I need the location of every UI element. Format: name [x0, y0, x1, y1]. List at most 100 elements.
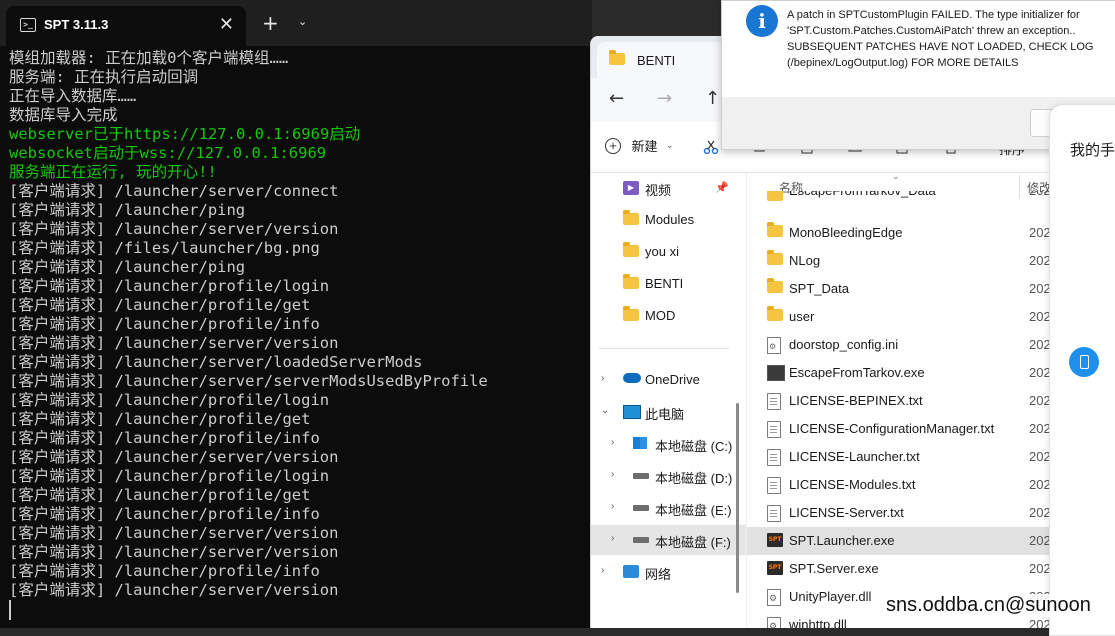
- navigation-pane: ▶ 视频 📌 Modules you xi BENTI MOD › OneDrive ⌄ 此电脑 › 本…: [591, 173, 746, 628]
- drive-icon: [633, 473, 649, 479]
- terminal-line: [客户端请求] /launcher/profile/login: [9, 277, 330, 295]
- file-date: 202: [1029, 561, 1051, 576]
- nav-item[interactable]: › OneDrive: [591, 365, 746, 395]
- cut-icon[interactable]: [703, 140, 719, 154]
- nav-item[interactable]: you xi: [591, 237, 746, 267]
- terminal-line: [客户端请求] /launcher/server/connect: [9, 182, 339, 200]
- chevron-right-icon[interactable]: ›: [601, 373, 604, 384]
- spt-exe-icon: SPT: [767, 561, 783, 575]
- chevron-right-icon[interactable]: ›: [611, 469, 614, 480]
- file-name: EscapeFromTarkov_Data: [789, 191, 936, 198]
- terminal-line: 服务端正在运行, 玩的开心!!: [9, 163, 217, 181]
- file-name: LICENSE-Server.txt: [789, 505, 904, 520]
- phone-icon[interactable]: [1069, 347, 1099, 377]
- nav-item[interactable]: Modules: [591, 205, 746, 235]
- nav-item[interactable]: › 本地磁盘 (C:): [591, 429, 746, 459]
- terminal-tab[interactable]: >_ SPT 3.11.3 ✕: [6, 6, 246, 46]
- folder-icon: [767, 306, 783, 321]
- nav-item[interactable]: › 本地磁盘 (E:): [591, 493, 746, 523]
- file-name: winhttp.dll: [789, 617, 847, 628]
- terminal-line: 服务端: 正在执行启动回调: [9, 68, 199, 86]
- folder-icon: [767, 278, 783, 293]
- dialog-message-line: (/bepinex/LogOutput.log) FOR MORE DETAIL…: [787, 57, 1019, 69]
- file-date: 202: [1029, 617, 1051, 628]
- terminal-line: [客户端请求] /launcher/server/version: [9, 448, 339, 466]
- nav-item[interactable]: › 网络: [591, 557, 746, 587]
- terminal-line: [客户端请求] /launcher/profile/info: [9, 505, 320, 523]
- file-date: 202: [1029, 281, 1051, 296]
- folder-icon: [623, 242, 639, 257]
- terminal-output: 模组加载器: 正在加载0个客户端模组…… 服务端: 正在执行启动回调 正在导入数据库…: [9, 49, 488, 600]
- file-date: 202: [1029, 477, 1051, 492]
- folder-icon: [609, 50, 625, 65]
- new-button-label: 新建: [631, 139, 658, 154]
- nav-item-label: Modules: [645, 212, 695, 227]
- pin-icon: 📌: [715, 182, 729, 194]
- dialog-message-line: SUBSEQUENT PATCHES HAVE NOT LOADED, CHEC…: [787, 41, 1094, 53]
- terminal-line: [客户端请求] /files/launcher/bg.png: [9, 239, 320, 257]
- nav-scrollbar[interactable]: [736, 403, 739, 593]
- file-name: LICENSE-BEPINEX.txt: [789, 393, 923, 408]
- windows-drive-icon: [633, 437, 647, 449]
- nav-item[interactable]: BENTI: [591, 269, 746, 299]
- chevron-right-icon[interactable]: ›: [611, 533, 614, 544]
- onedrive-icon: [623, 373, 641, 383]
- file-date: 202: [1029, 421, 1051, 436]
- file-date: 202: [1029, 505, 1051, 520]
- side-panel-title: 我的手: [1070, 142, 1115, 159]
- nav-item[interactable]: › 本地磁盘 (F:): [591, 525, 746, 555]
- file-name: NLog: [789, 253, 821, 268]
- nav-item[interactable]: MOD: [591, 301, 746, 331]
- file-name: LICENSE-Modules.txt: [789, 477, 916, 492]
- file-name: EscapeFromTarkov.exe: [789, 365, 925, 380]
- nav-item[interactable]: ▶ 视频 📌: [591, 173, 746, 203]
- terminal-line: [客户端请求] /launcher/ping: [9, 258, 246, 276]
- terminal-line: [客户端请求] /launcher/server/version: [9, 334, 339, 352]
- terminal-line: 模组加载器: 正在加载0个客户端模组……: [9, 49, 289, 67]
- chevron-right-icon[interactable]: ›: [611, 437, 614, 448]
- info-icon: i: [746, 5, 778, 37]
- terminal-titlebar: >_ SPT 3.11.3 ✕ + ⌄: [0, 0, 592, 46]
- folder-icon: [767, 222, 783, 237]
- nav-item[interactable]: ⌄ 此电脑: [591, 397, 746, 427]
- nav-item-label: 本地磁盘 (F:): [655, 535, 731, 550]
- terminal-line: webserver已于https://127.0.0.1:6969启动: [9, 125, 361, 143]
- file-name: SPT.Launcher.exe: [789, 533, 895, 548]
- file-name: UnityPlayer.dll: [789, 589, 872, 604]
- close-tab-icon[interactable]: ✕: [219, 14, 234, 35]
- file-date: 202: [1029, 365, 1051, 380]
- terminal-line: [客户端请求] /launcher/server/loadedServerMod…: [9, 353, 423, 371]
- file-date: 202: [1029, 253, 1051, 268]
- chevron-right-icon[interactable]: ›: [601, 565, 604, 576]
- drive-icon: [633, 537, 649, 543]
- new-tab-button[interactable]: +: [262, 11, 279, 35]
- new-button[interactable]: + 新建 ⌄: [605, 136, 673, 158]
- dialog-body: i A patch in SPTCustomPlugin FAILED. The…: [722, 1, 1115, 97]
- folder-icon: [623, 306, 639, 321]
- forward-arrow-icon[interactable]: →: [657, 88, 672, 109]
- file-date: 202: [1029, 449, 1051, 464]
- terminal-line: [客户端请求] /launcher/server/version: [9, 220, 339, 238]
- nav-item[interactable]: › 本地磁盘 (D:): [591, 461, 746, 491]
- file-name: LICENSE-ConfigurationManager.txt: [789, 421, 995, 436]
- terminal-line: [客户端请求] /launcher/profile/info: [9, 429, 320, 447]
- nav-divider: [599, 348, 729, 349]
- chevron-down-icon[interactable]: ⌄: [601, 405, 609, 416]
- up-arrow-icon[interactable]: ↑: [705, 88, 720, 109]
- nav-item-label: 本地磁盘 (E:): [655, 503, 732, 518]
- folder-icon: [623, 210, 639, 225]
- terminal-cursor: [9, 600, 11, 620]
- file-name: SPT.Server.exe: [789, 561, 879, 576]
- back-arrow-icon[interactable]: ←: [609, 88, 624, 109]
- chevron-down-icon[interactable]: ⌄: [298, 15, 307, 28]
- config-file-icon: [767, 337, 781, 354]
- file-date: 202: [1029, 191, 1051, 198]
- tarkov-exe-icon: [767, 365, 785, 381]
- dialog-message-line: 'SPT.Custom.Patches.CustomAiPatch' threw…: [787, 25, 1076, 37]
- terminal-line: [客户端请求] /launcher/server/version: [9, 543, 339, 561]
- terminal-line: [客户端请求] /launcher/profile/login: [9, 391, 330, 409]
- terminal-line: 数据库导入完成: [9, 106, 118, 124]
- chevron-right-icon[interactable]: ›: [611, 501, 614, 512]
- sort-arrow-icon: ⌄: [892, 171, 900, 181]
- video-icon: ▶: [623, 181, 639, 195]
